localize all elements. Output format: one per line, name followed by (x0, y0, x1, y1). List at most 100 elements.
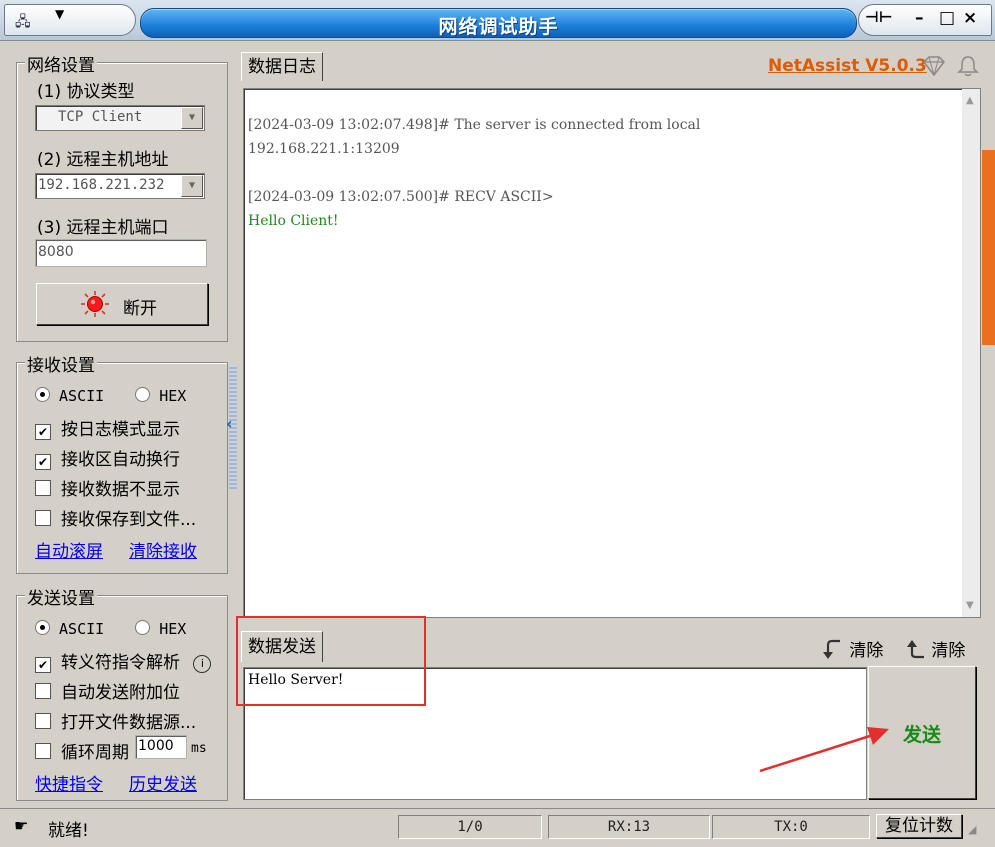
port-value: 8080 (38, 244, 74, 260)
checkmark-icon: ✔ (35, 657, 51, 673)
cycle-unit: ms (191, 741, 207, 756)
port-label: (3) 远程主机端口 (37, 218, 169, 238)
status-text: 就绪! (48, 821, 89, 841)
network-settings-title: 网络设置 (25, 51, 97, 76)
auto-wrap-label: 接收区自动换行 (61, 450, 180, 470)
info-icon[interactable]: i (193, 655, 212, 673)
clear-send-label: 清除 (849, 641, 884, 661)
log-line: 192.168.221.1:13209 (248, 141, 400, 157)
file-source-checkbox[interactable]: 打开文件数据源... (35, 708, 196, 733)
log-line: [2024-03-09 13:02:07.500]# RECV ASCII> (248, 189, 554, 205)
receive-settings-group: 接收设置 ASCII HEX ✔ 按日志模式显示 ✔ 接收区自动换行 接收数据不显示… (16, 351, 228, 574)
disconnect-button[interactable]: 断开 (36, 283, 208, 325)
log-line-received: Hello Client! (248, 213, 339, 229)
radio-empty-icon (135, 387, 151, 402)
host-select[interactable]: 192.168.221.232 ▼ (35, 173, 205, 199)
radio-selected-icon (35, 387, 50, 402)
menu-down-icon: ▼ (55, 7, 65, 21)
save-to-file-checkbox[interactable]: 接收保存到文件... (35, 505, 196, 530)
auto-append-checkbox[interactable]: 自动发送附加位 (35, 678, 180, 703)
tab-data-log[interactable]: 数据日志 (241, 52, 323, 81)
send-hex-label: HEX (159, 620, 187, 638)
clear-send-button[interactable]: 清除 (822, 636, 883, 661)
title-area: 网络调试助手 (140, 8, 857, 38)
send-settings-group: 发送设置 ASCII HEX ✔ 转义符指令解析 i 自动发送附加位 打开文件数据… (16, 584, 228, 801)
close-icon[interactable]: × (963, 8, 977, 28)
status-bar: ☛ 就绪! 1/0 RX:13 TX:0 复位计数 ◢ (0, 808, 995, 847)
clear-log-label: 清除 (931, 641, 966, 661)
shortcut-link[interactable]: 快捷指令 (35, 770, 103, 795)
log-scrollbar[interactable]: ▲ ▼ (962, 89, 980, 617)
cycle-input[interactable]: 1000 (135, 735, 187, 759)
protocol-label: (1) 协议类型 (37, 82, 135, 102)
scroll-up-icon[interactable]: ▲ (966, 95, 974, 106)
arrow-down-left-icon (823, 639, 840, 659)
tx-counter: TX:0 (712, 815, 870, 839)
checkbox-empty-icon (35, 743, 51, 759)
system-menu[interactable]: 🖧 ▼ (4, 4, 136, 36)
window-title: 网络调试助手 (438, 16, 559, 38)
connection-status-icon (81, 291, 109, 317)
save-to-file-label: 接收保存到文件... (61, 510, 197, 530)
escape-parse-checkbox[interactable]: ✔ 转义符指令解析 i (35, 648, 212, 673)
maximize-icon[interactable]: □ (939, 8, 955, 28)
log-mode-checkbox[interactable]: ✔ 按日志模式显示 (35, 415, 180, 440)
receive-hex-label: HEX (159, 387, 187, 405)
checkbox-empty-icon (35, 713, 51, 729)
send-ascii-radio[interactable]: ASCII (35, 620, 104, 638)
checkmark-icon: ✔ (35, 424, 51, 440)
port-input[interactable]: 8080 (35, 239, 207, 267)
receive-settings-title: 接收设置 (25, 351, 97, 376)
chevron-down-icon[interactable]: ▼ (181, 107, 203, 129)
window-controls: ⊣⊢ – □ × (858, 4, 992, 36)
highlight-box (236, 616, 426, 706)
network-settings-group: 网络设置 (1) 协议类型 TCP Client ▼ (2) 远程主机地址 19… (16, 51, 228, 342)
title-bar: 🖧 ▼ 网络调试助手 ⊣⊢ – □ × (0, 0, 995, 41)
receive-ascii-radio[interactable]: ASCII (35, 387, 104, 405)
chevron-down-icon[interactable]: ▼ (181, 175, 203, 197)
pin-icon[interactable]: ⊣⊢ (865, 8, 892, 26)
disconnect-label: 断开 (123, 299, 157, 319)
host-value: 192.168.221.232 (38, 177, 165, 193)
checkbox-empty-icon (35, 480, 51, 496)
receive-log-area[interactable]: [2024-03-09 13:02:07.498]# The server is… (243, 88, 981, 618)
cycle-checkbox[interactable]: 循环周期 (35, 738, 129, 763)
send-encoding: ASCII HEX (35, 620, 186, 638)
clear-log-button[interactable]: 清除 (904, 636, 965, 661)
version-link[interactable]: NetAssist V5.0.3 (768, 56, 927, 76)
host-label: (2) 远程主机地址 (37, 150, 169, 170)
page-indicator: 1/0 (398, 815, 542, 839)
network-icon: 🖧 (15, 14, 31, 30)
checkmark-icon: ✔ (35, 454, 51, 470)
hand-pointer-icon: ☛ (14, 816, 29, 835)
protocol-select[interactable]: TCP Client ▼ (35, 105, 205, 131)
clear-receive-link[interactable]: 清除接收 (129, 537, 197, 562)
cycle-label: 循环周期 (61, 743, 129, 763)
netassist-window: 🖧 ▼ 网络调试助手 ⊣⊢ – □ × 网络设置 (1) 协议类型 TCP Cl… (0, 0, 995, 847)
send-ascii-label: ASCII (59, 620, 105, 638)
auto-scroll-link[interactable]: 自动滚屏 (35, 537, 103, 562)
receive-ascii-label: ASCII (59, 387, 105, 405)
bell-icon[interactable] (956, 55, 980, 77)
hide-data-label: 接收数据不显示 (61, 480, 180, 500)
auto-wrap-checkbox[interactable]: ✔ 接收区自动换行 (35, 445, 180, 470)
diamond-icon[interactable] (922, 56, 946, 76)
log-line: [2024-03-09 13:02:07.498]# The server is… (248, 117, 701, 133)
red-arrow-icon (759, 727, 889, 773)
reset-counter-button[interactable]: 复位计数 (876, 814, 962, 838)
arrow-up-right-icon (907, 640, 924, 659)
radio-empty-icon (135, 620, 151, 635)
log-mode-label: 按日志模式显示 (61, 420, 180, 440)
scroll-down-icon[interactable]: ▼ (966, 600, 974, 611)
history-link[interactable]: 历史发送 (129, 770, 197, 795)
cycle-value: 1000 (138, 738, 174, 754)
rx-counter: RX:13 (548, 815, 710, 839)
checkbox-empty-icon (35, 510, 51, 526)
collapse-left-icon[interactable]: ‹ (226, 414, 233, 433)
minimize-icon[interactable]: – (915, 8, 924, 28)
receive-hex-radio[interactable]: HEX (135, 387, 186, 405)
send-hex-radio[interactable]: HEX (135, 620, 186, 638)
resize-grip-icon[interactable]: ◢ (968, 823, 976, 836)
receive-encoding: ASCII HEX (35, 387, 186, 405)
hide-data-checkbox[interactable]: 接收数据不显示 (35, 475, 180, 500)
